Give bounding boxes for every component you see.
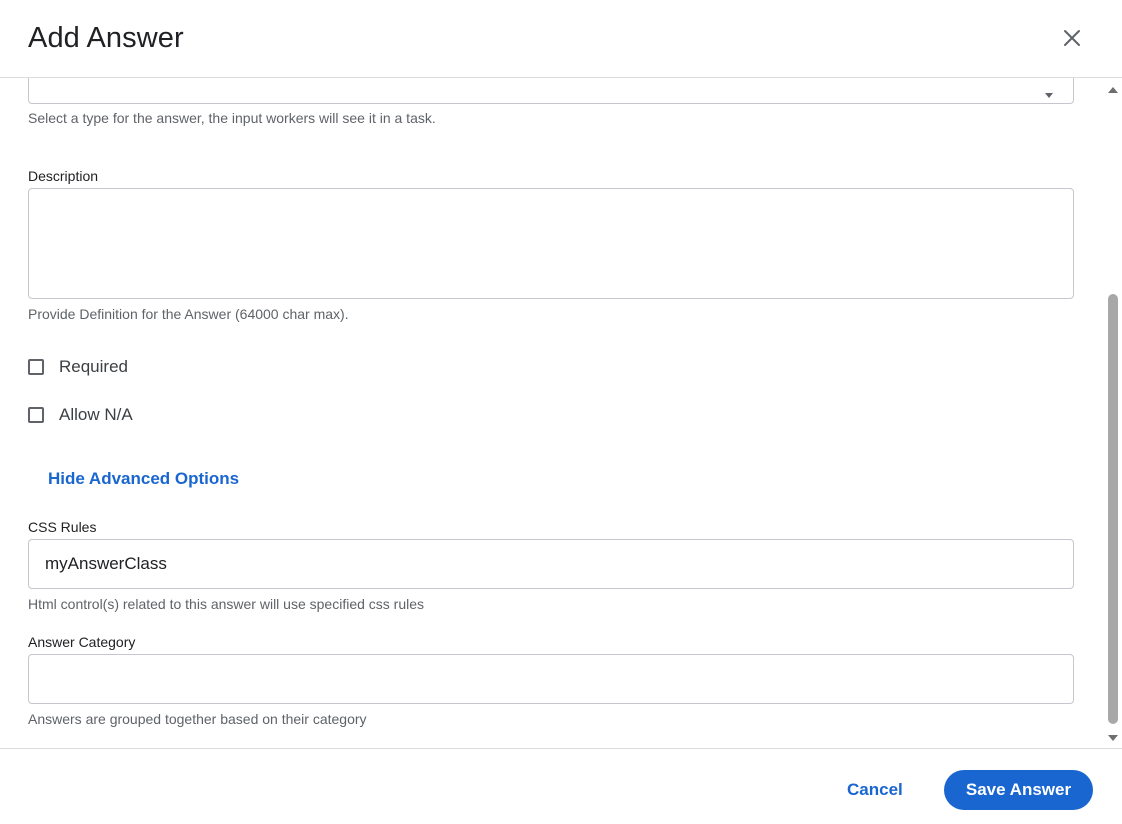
- allow-na-label: Allow N/A: [59, 405, 133, 424]
- dialog-body: Select a type for the answer, the input …: [0, 78, 1104, 748]
- description-label: Description: [28, 168, 99, 184]
- close-button[interactable]: [1058, 24, 1086, 52]
- dialog-footer: Cancel Save Answer: [0, 748, 1122, 824]
- answer-type-select[interactable]: [28, 78, 1074, 104]
- answer-category-hint: Answers are grouped together based on th…: [28, 711, 367, 727]
- allow-na-checkbox-row[interactable]: Allow N/A: [28, 403, 133, 427]
- answer-category-label: Answer Category: [28, 634, 136, 650]
- description-hint: Provide Definition for the Answer (64000…: [28, 306, 349, 322]
- css-rules-hint: Html control(s) related to this answer w…: [28, 596, 425, 612]
- required-label: Required: [59, 357, 128, 376]
- css-rules-input[interactable]: myAnswerClass: [28, 539, 1074, 589]
- chevron-down-icon: [1045, 93, 1053, 98]
- description-textarea[interactable]: [28, 188, 1074, 299]
- allow-na-checkbox[interactable]: [28, 407, 44, 423]
- close-icon: [1064, 30, 1080, 46]
- cancel-button[interactable]: Cancel: [847, 780, 903, 800]
- scroll-up-arrow-icon[interactable]: [1107, 84, 1119, 96]
- dialog-title: Add Answer: [28, 22, 184, 54]
- answer-category-input[interactable]: [28, 654, 1074, 704]
- save-answer-button[interactable]: Save Answer: [944, 770, 1093, 810]
- scroll-down-arrow-icon[interactable]: [1107, 732, 1119, 744]
- hide-advanced-options-link[interactable]: Hide Advanced Options: [48, 469, 239, 489]
- dialog-header: Add Answer: [0, 0, 1122, 78]
- required-checkbox[interactable]: [28, 359, 44, 375]
- answer-type-hint: Select a type for the answer, the input …: [28, 110, 436, 126]
- add-answer-dialog: Add Answer Select a type for the answer,…: [0, 0, 1122, 824]
- dialog-scrollbar[interactable]: [1104, 78, 1122, 748]
- required-checkbox-row[interactable]: Required: [28, 355, 128, 379]
- css-rules-label: CSS Rules: [28, 519, 97, 535]
- scrollbar-thumb[interactable]: [1108, 294, 1118, 724]
